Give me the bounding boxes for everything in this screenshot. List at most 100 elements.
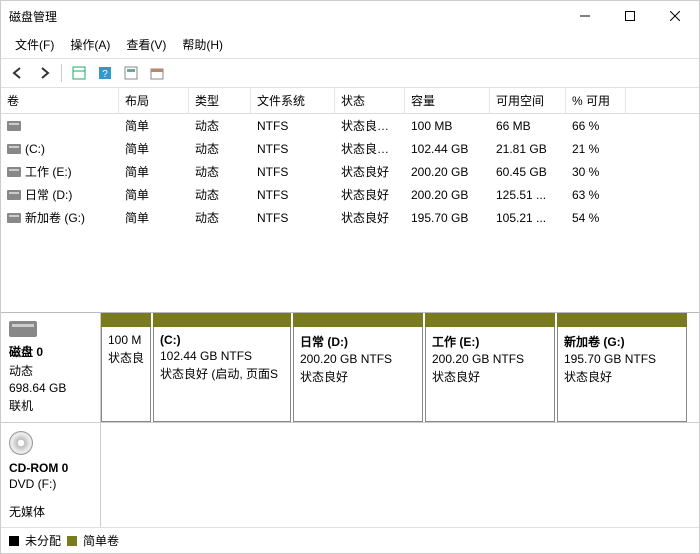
cell-type: 动态 bbox=[189, 115, 251, 136]
close-button[interactable] bbox=[652, 2, 697, 30]
partition-size: 200.20 GB NTFS bbox=[432, 352, 548, 366]
partition-status: 状态良 bbox=[108, 349, 144, 366]
cd-icon bbox=[9, 431, 33, 455]
cell-layout: 简单 bbox=[119, 138, 189, 159]
cell-percent: 30 % bbox=[566, 163, 626, 181]
table-row[interactable]: (C:)简单动态NTFS状态良好 (...102.44 GB21.81 GB21… bbox=[1, 137, 699, 160]
menu-view[interactable]: 查看(V) bbox=[118, 33, 174, 56]
partition-title: (C:) bbox=[160, 333, 284, 347]
table-row[interactable]: 工作 (E:)简单动态NTFS状态良好200.20 GB60.45 GB30 % bbox=[1, 160, 699, 183]
cdrom-partitions bbox=[101, 423, 699, 527]
partition[interactable]: (C:) 102.44 GB NTFS 状态良好 (启动, 页面S bbox=[153, 327, 291, 422]
disk-0-row[interactable]: 磁盘 0 动态 698.64 GB 联机 100 M 状态良 (C:) 102.44 … bbox=[1, 313, 699, 423]
col-capacity[interactable]: 容量 bbox=[405, 88, 490, 113]
legend-simple: 简单卷 bbox=[83, 532, 119, 549]
partition[interactable]: 工作 (E:) 200.20 GB NTFS 状态良好 bbox=[425, 327, 555, 422]
volume-icon bbox=[7, 144, 21, 154]
cell-percent: 21 % bbox=[566, 140, 626, 158]
partition-strip bbox=[101, 313, 151, 327]
cell-status: 状态良好 bbox=[335, 161, 405, 182]
partition[interactable]: 日常 (D:) 200.20 GB NTFS 状态良好 bbox=[293, 327, 423, 422]
maximize-button[interactable] bbox=[607, 2, 652, 30]
partition-title: 工作 (E:) bbox=[432, 333, 548, 350]
cell-layout: 简单 bbox=[119, 115, 189, 136]
partition-status: 状态良好 bbox=[564, 368, 680, 385]
help-button[interactable]: ? bbox=[94, 62, 116, 84]
col-free[interactable]: 可用空间 bbox=[490, 88, 566, 113]
col-status[interactable]: 状态 bbox=[335, 88, 405, 113]
cell-capacity: 200.20 GB bbox=[405, 186, 490, 204]
legend: 未分配 简单卷 bbox=[1, 527, 699, 553]
cell-fs: NTFS bbox=[251, 117, 335, 135]
table-body: 简单动态NTFS状态良好 (...100 MB66 MB66 %(C:)简单动态… bbox=[1, 114, 699, 312]
cell-free: 60.45 GB bbox=[490, 163, 566, 181]
partition-strip bbox=[293, 313, 423, 327]
cell-status: 状态良好 bbox=[335, 207, 405, 228]
disk-icon bbox=[9, 321, 37, 337]
cdrom-status: 无媒体 bbox=[9, 503, 92, 520]
menu-file[interactable]: 文件(F) bbox=[7, 33, 62, 56]
partition-title: 日常 (D:) bbox=[300, 333, 416, 350]
partition-size: 100 M bbox=[108, 333, 144, 347]
col-type[interactable]: 类型 bbox=[189, 88, 251, 113]
partition-status: 状态良好 bbox=[432, 368, 548, 385]
cell-percent: 66 % bbox=[566, 117, 626, 135]
partition[interactable]: 新加卷 (G:) 195.70 GB NTFS 状态良好 bbox=[557, 327, 687, 422]
table-row[interactable]: 简单动态NTFS状态良好 (...100 MB66 MB66 % bbox=[1, 114, 699, 137]
cell-volume: 工作 (E:) bbox=[25, 163, 72, 180]
cell-layout: 简单 bbox=[119, 207, 189, 228]
toolbar-btn-3[interactable] bbox=[120, 62, 142, 84]
menu-action[interactable]: 操作(A) bbox=[62, 33, 118, 56]
titlebar: 磁盘管理 bbox=[1, 1, 699, 31]
cell-free: 125.51 ... bbox=[490, 186, 566, 204]
menu-help[interactable]: 帮助(H) bbox=[174, 33, 231, 56]
cell-status: 状态良好 (... bbox=[335, 138, 405, 159]
col-percent[interactable]: % 可用 bbox=[566, 88, 626, 113]
partition-title: 新加卷 (G:) bbox=[564, 333, 680, 350]
disk-0-label: 磁盘 0 动态 698.64 GB 联机 bbox=[1, 313, 101, 422]
toolbar-btn-1[interactable] bbox=[68, 62, 90, 84]
disk-0-status: 联机 bbox=[9, 397, 92, 414]
volume-icon bbox=[7, 190, 21, 200]
cell-type: 动态 bbox=[189, 161, 251, 182]
partition-size: 102.44 GB NTFS bbox=[160, 349, 284, 363]
cell-layout: 简单 bbox=[119, 161, 189, 182]
volume-icon bbox=[7, 121, 21, 131]
cell-fs: NTFS bbox=[251, 140, 335, 158]
toolbar-separator bbox=[61, 64, 62, 82]
partition-status: 状态良好 bbox=[300, 368, 416, 385]
back-button[interactable] bbox=[7, 62, 29, 84]
table-row[interactable]: 新加卷 (G:)简单动态NTFS状态良好195.70 GB105.21 ...5… bbox=[1, 206, 699, 229]
forward-button[interactable] bbox=[33, 62, 55, 84]
partition-size: 200.20 GB NTFS bbox=[300, 352, 416, 366]
disk-0-name: 磁盘 0 bbox=[9, 343, 92, 360]
col-volume[interactable]: 卷 bbox=[1, 88, 119, 113]
partition[interactable]: 100 M 状态良 bbox=[101, 327, 151, 422]
col-filesystem[interactable]: 文件系统 bbox=[251, 88, 335, 113]
graphical-view: 磁盘 0 动态 698.64 GB 联机 100 M 状态良 (C:) 102.44 … bbox=[1, 313, 699, 527]
volume-table: 卷 布局 类型 文件系统 状态 容量 可用空间 % 可用 简单动态NTFS状态良… bbox=[1, 88, 699, 313]
toolbar: ? bbox=[1, 59, 699, 88]
disk-0-partitions: 100 M 状态良 (C:) 102.44 GB NTFS 状态良好 (启动, 页面S 日… bbox=[101, 313, 699, 422]
cdrom-row[interactable]: CD-ROM 0 DVD (F:) 无媒体 bbox=[1, 423, 699, 527]
minimize-button[interactable] bbox=[562, 2, 607, 30]
cell-volume: (C:) bbox=[25, 142, 45, 156]
toolbar-btn-4[interactable] bbox=[146, 62, 168, 84]
partition-strip bbox=[153, 313, 291, 327]
cell-percent: 63 % bbox=[566, 186, 626, 204]
partition-size: 195.70 GB NTFS bbox=[564, 352, 680, 366]
cell-fs: NTFS bbox=[251, 163, 335, 181]
cdrom-name: CD-ROM 0 bbox=[9, 461, 92, 475]
cell-status: 状态良好 (... bbox=[335, 115, 405, 136]
svg-text:?: ? bbox=[102, 69, 108, 80]
window-controls bbox=[562, 2, 697, 30]
menubar: 文件(F) 操作(A) 查看(V) 帮助(H) bbox=[1, 31, 699, 59]
cell-capacity: 100 MB bbox=[405, 117, 490, 135]
partition-status: 状态良好 (启动, 页面S bbox=[160, 365, 284, 382]
cell-fs: NTFS bbox=[251, 209, 335, 227]
table-header: 卷 布局 类型 文件系统 状态 容量 可用空间 % 可用 bbox=[1, 88, 699, 114]
table-row[interactable]: 日常 (D:)简单动态NTFS状态良好200.20 GB125.51 ...63… bbox=[1, 183, 699, 206]
col-layout[interactable]: 布局 bbox=[119, 88, 189, 113]
cell-type: 动态 bbox=[189, 184, 251, 205]
swatch-simple bbox=[67, 536, 77, 546]
